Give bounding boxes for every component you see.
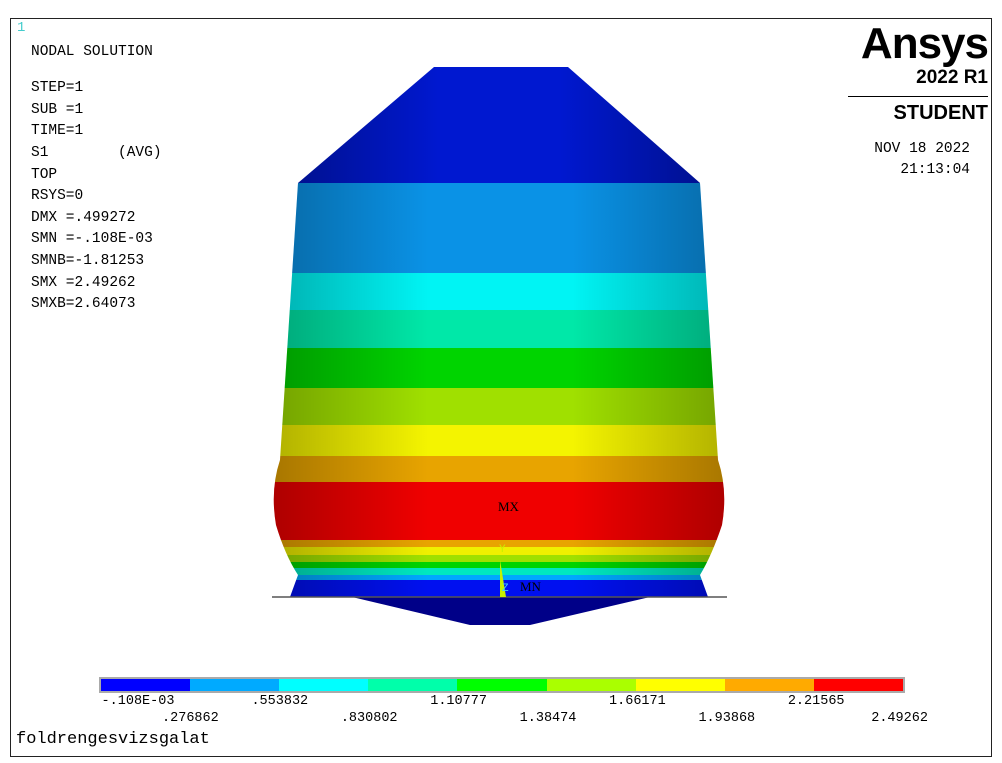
- legend-label: .553832: [251, 694, 309, 709]
- legend-label: 2.21565: [787, 694, 845, 709]
- model-title: foldrengesvizsgalat: [16, 730, 210, 749]
- legend-swatch: [813, 679, 903, 691]
- bottom-cone: [352, 597, 650, 625]
- legend-swatch: [457, 679, 547, 691]
- legend-swatch: [546, 679, 636, 691]
- legend-label: 2.49262: [871, 711, 928, 726]
- body-bands: [273, 183, 725, 597]
- legend-label: -.108E-03: [101, 694, 175, 709]
- fe-model-plot: Y Z MX MN: [272, 67, 727, 625]
- legend-swatch: [368, 679, 458, 691]
- legend-label: 1.93868: [698, 711, 756, 726]
- max-marker: MX: [498, 499, 520, 514]
- legend-label: .830802: [340, 711, 398, 726]
- legend-swatch: [190, 679, 280, 691]
- legend-swatch: [279, 679, 369, 691]
- min-marker: MN: [520, 579, 542, 594]
- legend-label: .276862: [162, 711, 219, 726]
- legend-swatch: [724, 679, 814, 691]
- legend-label: 1.66171: [609, 694, 666, 709]
- legend-label: 1.38474: [519, 711, 577, 726]
- legend-swatch: [101, 679, 191, 691]
- contour-legend: [99, 677, 905, 693]
- axis-z-label: Z: [502, 583, 509, 595]
- legend-label: 1.10777: [430, 694, 487, 709]
- axis-y-label: Y: [499, 544, 506, 556]
- legend-swatch: [635, 679, 725, 691]
